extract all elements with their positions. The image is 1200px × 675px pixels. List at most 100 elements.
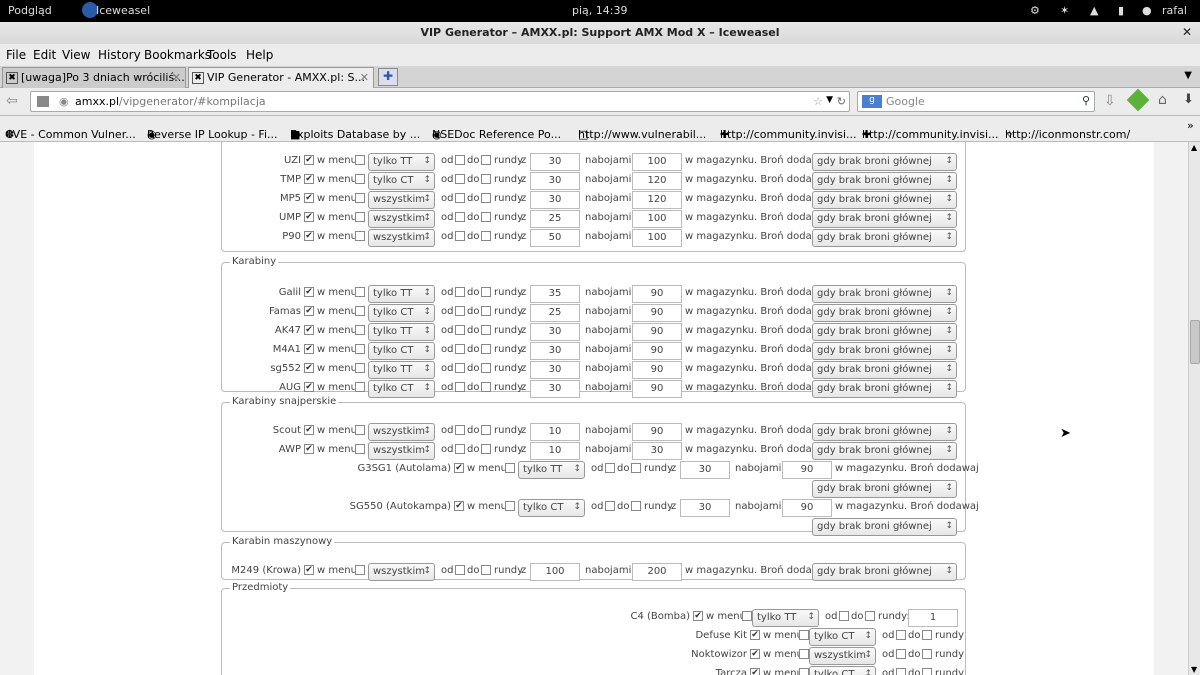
od-checkbox[interactable] (455, 287, 465, 297)
give-mode-select[interactable]: gdy brak broni głównej (812, 342, 957, 360)
bookmark-star-icon[interactable]: ☆ (813, 95, 823, 108)
give-mode-select[interactable]: gdy brak broni głównej (812, 304, 957, 322)
search-icon[interactable]: ⚲ (1082, 94, 1090, 107)
team-select[interactable]: tylko CT (518, 499, 585, 517)
team-select[interactable]: tylko CT (368, 304, 435, 322)
give-mode-select[interactable]: gdy brak broni głównej (812, 563, 957, 581)
do-checkbox[interactable] (481, 174, 491, 184)
team-select[interactable]: tylko TT (368, 361, 435, 379)
magazine-input[interactable]: 90 (632, 285, 682, 303)
magazine-input[interactable]: 30 (632, 442, 682, 460)
tab-vip-generator[interactable]: ✖ VIP Generator - AMXX.pl: S... ✕ (188, 67, 374, 88)
do-checkbox[interactable] (481, 287, 491, 297)
od-checkbox[interactable] (455, 231, 465, 241)
magazine-input[interactable]: 90 (632, 304, 682, 322)
in-menu-checkbox[interactable]: ✔ (304, 306, 314, 316)
in-menu-checkbox[interactable]: ✔ (750, 630, 760, 640)
flag-checkbox[interactable] (355, 306, 365, 316)
rounds-input[interactable]: 30 (530, 153, 580, 171)
in-menu-checkbox[interactable]: ✔ (304, 425, 314, 435)
team-select[interactable]: wszystkim (368, 210, 435, 228)
do-checkbox[interactable] (481, 155, 491, 165)
rounds-input[interactable]: 30 (530, 172, 580, 190)
magazine-input[interactable]: 90 (632, 361, 682, 379)
do-checkbox[interactable] (481, 212, 491, 222)
od-checkbox[interactable] (455, 382, 465, 392)
do-checkbox[interactable] (481, 425, 491, 435)
team-select[interactable]: tylko CT (809, 628, 876, 646)
url-dropdown-chevron-icon[interactable]: ▼ (826, 95, 833, 105)
team-select[interactable]: wszystkim (368, 229, 435, 247)
od-checkbox[interactable] (455, 325, 465, 335)
magazine-input[interactable]: 90 (782, 499, 832, 517)
od-checkbox[interactable] (455, 193, 465, 203)
magazine-input[interactable]: 90 (632, 342, 682, 360)
close-window-icon[interactable]: ✕ (1182, 25, 1192, 39)
menu-bookmarks[interactable]: Bookmarks (144, 48, 211, 62)
do-checkbox[interactable] (865, 611, 875, 621)
rounds-input[interactable]: 10 (530, 442, 580, 460)
do-checkbox[interactable] (481, 193, 491, 203)
app-name[interactable]: Podgląd (8, 4, 52, 17)
download-arrow-icon[interactable]: ⇩ (1104, 93, 1116, 109)
flag-checkbox[interactable] (355, 155, 365, 165)
flag-checkbox[interactable] (505, 501, 515, 511)
rounds-input[interactable]: 25 (530, 304, 580, 322)
in-menu-checkbox[interactable]: ✔ (750, 668, 760, 675)
team-select[interactable]: tylko CT (368, 172, 435, 190)
in-menu-checkbox[interactable]: ✔ (693, 611, 703, 621)
team-select[interactable]: tylko TT (368, 153, 435, 171)
in-menu-checkbox[interactable]: ✔ (454, 501, 464, 511)
give-mode-select[interactable]: gdy brak broni głównej (812, 361, 957, 379)
od-checkbox[interactable] (896, 668, 906, 675)
od-checkbox[interactable] (455, 444, 465, 454)
give-mode-select[interactable]: gdy brak broni głównej (812, 172, 957, 190)
scroll-down-icon[interactable]: ▼ (1191, 665, 1197, 674)
od-checkbox[interactable] (455, 155, 465, 165)
wifi-icon[interactable]: ▲ (1090, 4, 1098, 17)
scrollbar-thumb[interactable] (1190, 320, 1200, 364)
vertical-scrollbar[interactable]: ▲ ▼ (1188, 142, 1200, 675)
do-checkbox[interactable] (922, 630, 932, 640)
site-identity-icon[interactable] (37, 96, 49, 107)
addon-green-icon[interactable] (1126, 88, 1150, 112)
od-checkbox[interactable] (455, 565, 465, 575)
menu-view[interactable]: View (62, 48, 90, 62)
in-menu-checkbox[interactable]: ✔ (304, 231, 314, 241)
do-checkbox[interactable] (922, 668, 932, 675)
in-menu-checkbox[interactable]: ✔ (304, 287, 314, 297)
od-checkbox[interactable] (455, 174, 465, 184)
flag-checkbox[interactable] (799, 668, 809, 675)
menu-help[interactable]: Help (246, 48, 273, 62)
give-mode-select[interactable]: gdy brak broni głównej (812, 423, 957, 441)
rounds-input[interactable]: 30 (530, 361, 580, 379)
accessibility-icon[interactable]: ⚙ (1030, 4, 1040, 17)
browser-app-name[interactable]: Iceweasel (96, 4, 150, 17)
magazine-input[interactable]: 90 (632, 323, 682, 341)
flag-checkbox[interactable] (355, 325, 365, 335)
flag-checkbox[interactable] (799, 649, 809, 659)
give-mode-select[interactable]: gdy brak broni głównej (812, 442, 957, 460)
menu-edit[interactable]: Edit (33, 48, 56, 62)
flag-checkbox[interactable] (355, 363, 365, 373)
url-bar[interactable]: ◉ amxx.pl/vipgenerator/#kompilacja ☆ ▼ ↻ (30, 91, 850, 112)
do-checkbox[interactable] (631, 501, 641, 511)
do-checkbox[interactable] (922, 649, 932, 659)
rounds-input[interactable]: 30 (530, 342, 580, 360)
battery-icon[interactable]: ▮ (1118, 4, 1124, 17)
in-menu-checkbox[interactable]: ✔ (304, 212, 314, 222)
flag-checkbox[interactable] (355, 231, 365, 241)
give-mode-select[interactable]: gdy brak broni głównej (812, 285, 957, 303)
in-menu-checkbox[interactable]: ✔ (304, 344, 314, 354)
user-name[interactable]: rafal (1162, 4, 1187, 17)
od-checkbox[interactable] (455, 425, 465, 435)
magazine-input[interactable]: 90 (632, 423, 682, 441)
do-checkbox[interactable] (481, 363, 491, 373)
in-menu-checkbox[interactable]: ✔ (304, 444, 314, 454)
give-mode-select[interactable]: gdy brak broni głównej (812, 323, 957, 341)
back-arrow-icon[interactable]: ⇦ (6, 93, 18, 109)
do-checkbox[interactable] (631, 463, 641, 473)
od-checkbox[interactable] (605, 463, 615, 473)
magazine-input[interactable]: 100 (632, 210, 682, 228)
flag-checkbox[interactable] (355, 287, 365, 297)
